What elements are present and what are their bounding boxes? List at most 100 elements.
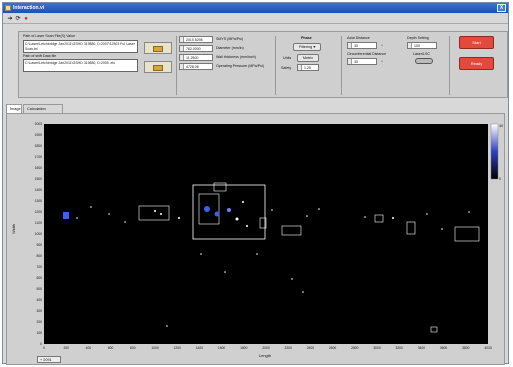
pressure-input[interactable]: 4728.06 (179, 63, 213, 70)
y-tick-label: 2003 (35, 122, 43, 126)
control-panel: Path of Laser Scan File(S) Value C:\Lase… (18, 31, 508, 98)
defect-highlight (63, 212, 69, 219)
toolbar: ➔ ⟳ ● (3, 13, 508, 24)
depth-setting-input[interactable]: 100 (407, 42, 437, 49)
axial-distance-input[interactable]: 30 (347, 42, 377, 49)
laser-lsc-label: Laser/LSC (413, 52, 430, 56)
x-tick-label: 3200 (396, 346, 404, 350)
x-tick-label: 3800 (462, 346, 470, 350)
defect-point (306, 215, 308, 217)
colorbar (490, 123, 499, 180)
wall-thickness-input[interactable]: 11.2500 (179, 54, 213, 61)
circ-distance-label: Circumferential Distance (347, 52, 387, 56)
y-tick-label: 1100 (35, 221, 42, 225)
run-arrow-icon[interactable]: ➔ (7, 16, 13, 22)
defect-point (224, 271, 226, 273)
x-tick-label: 200 (63, 346, 69, 350)
depth-setting-label: Depth Setting (407, 36, 429, 40)
app-window: Interaction.vi X ➔ ⟳ ● Path of Laser Sca… (2, 2, 509, 365)
y-axis: 2003 1900 1800 1700 1600 1500 1400 1300 1200 1100… (35, 122, 43, 346)
tab-calculation-results[interactable]: Calculation Results (23, 104, 63, 120)
window-title: Interaction.vi (13, 5, 45, 11)
defect-point (166, 325, 168, 327)
x-tick-label: 1600 (218, 346, 226, 350)
defect-point (76, 217, 78, 219)
y-tick-label: 0 (40, 342, 42, 346)
y-tick-label: 1300 (35, 199, 43, 203)
y-tick-label: 1700 (35, 155, 43, 159)
defect-point (271, 209, 273, 211)
image-plot-panel: 2003 1900 1800 1700 1600 1500 1400 1300 1200 1100… (6, 113, 505, 365)
phase-label: Phase (301, 36, 312, 40)
defect-point (246, 225, 248, 227)
smys-label: SMYS (MPa/Psi) (216, 37, 243, 41)
scan-image[interactable]: 2003 1900 1800 1700 1600 1500 1400 1300 1200 1100… (7, 114, 506, 366)
x-tick-label: 2400 (307, 346, 315, 350)
y-tick-label: 1500 (35, 177, 43, 181)
x-tick-label: 3400 (418, 346, 426, 350)
laser-scan-path-field[interactable]: C:\Laser\Letchbridge Jan2011\GSHD 319880… (23, 40, 138, 53)
y-tick-label: 1900 (35, 133, 43, 137)
shift-data-path-field[interactable]: C:\Laser\Letchbridge Jan2011\GSHD 319880… (23, 59, 138, 72)
ready-button[interactable]: Ready (459, 57, 494, 70)
divider (449, 36, 450, 95)
defect-point (178, 217, 180, 219)
diameter-input[interactable]: 762.0000 (179, 45, 213, 52)
circ-distance-input[interactable]: 30 (347, 58, 377, 65)
y-tick-label: 1200 (35, 210, 43, 214)
colorbar-max-label: 40 (499, 124, 503, 128)
defect-point (364, 216, 366, 218)
browse-laser-button[interactable] (144, 42, 172, 54)
plot-background (44, 124, 488, 344)
y-tick-label: 1400 (35, 188, 43, 192)
start-button[interactable]: Start (459, 36, 494, 49)
axial-distance-label: Axial Distance (347, 36, 370, 40)
y-tick-label: 800 (36, 254, 42, 258)
y-tick-label: 300 (36, 309, 42, 313)
browse-shift-button[interactable] (144, 61, 172, 73)
colorbar-min-label: 0 (499, 177, 501, 181)
units-dropdown[interactable]: Metric (297, 54, 319, 62)
x-tick-label: 1800 (240, 346, 248, 350)
defect-point (468, 211, 470, 213)
diameter-label: Diameter (mm/in) (216, 46, 244, 50)
defect-point (90, 206, 92, 208)
y-tick-label: 700 (36, 265, 42, 269)
defect-point (154, 210, 156, 212)
run-continuous-icon[interactable]: ⟳ (15, 16, 21, 22)
defect-highlight (204, 206, 210, 212)
y-tick-label: 1800 (35, 144, 43, 148)
y-tick-label: 500 (36, 287, 42, 291)
divider (275, 36, 276, 95)
defect-point (441, 228, 443, 230)
x-tick-label: 4033 (484, 346, 492, 350)
defect-highlight (227, 208, 231, 212)
defect-highlight (214, 211, 220, 217)
divider (176, 36, 177, 95)
axial-unit-icon: ⇔ (380, 43, 384, 47)
x-axis: 0 200 400 600 800 1000 1200 1400 1600 1800 2000 220… (43, 346, 492, 350)
y-tick-label: 600 (36, 276, 42, 280)
x-axis-label: Length (259, 353, 271, 358)
defect-point (124, 221, 126, 223)
close-button[interactable]: X (497, 4, 506, 12)
zoom-tool-box[interactable]: + 2091 (37, 356, 61, 363)
x-tick-label: 3600 (440, 346, 448, 350)
x-tick-label: 0 (43, 346, 45, 350)
laser-lsc-toggle[interactable] (415, 58, 433, 64)
stop-icon[interactable]: ● (23, 16, 29, 22)
smys-input[interactable]: 2010.5298 (179, 36, 213, 43)
defect-point (426, 213, 428, 215)
defect-point (160, 213, 162, 215)
defect-point (256, 253, 258, 255)
x-tick-label: 400 (86, 346, 92, 350)
x-tick-label: 2000 (262, 346, 270, 350)
x-tick-label: 1000 (151, 346, 159, 350)
tab-image[interactable]: Image (6, 104, 22, 113)
phase-dropdown[interactable]: Filtering ▾ (293, 43, 321, 51)
defect-point (318, 208, 320, 210)
safety-input[interactable]: 1.25 (297, 64, 319, 71)
defect-point (392, 217, 394, 219)
y-tick-label: 100 (36, 331, 42, 335)
x-tick-label: 2800 (351, 346, 359, 350)
